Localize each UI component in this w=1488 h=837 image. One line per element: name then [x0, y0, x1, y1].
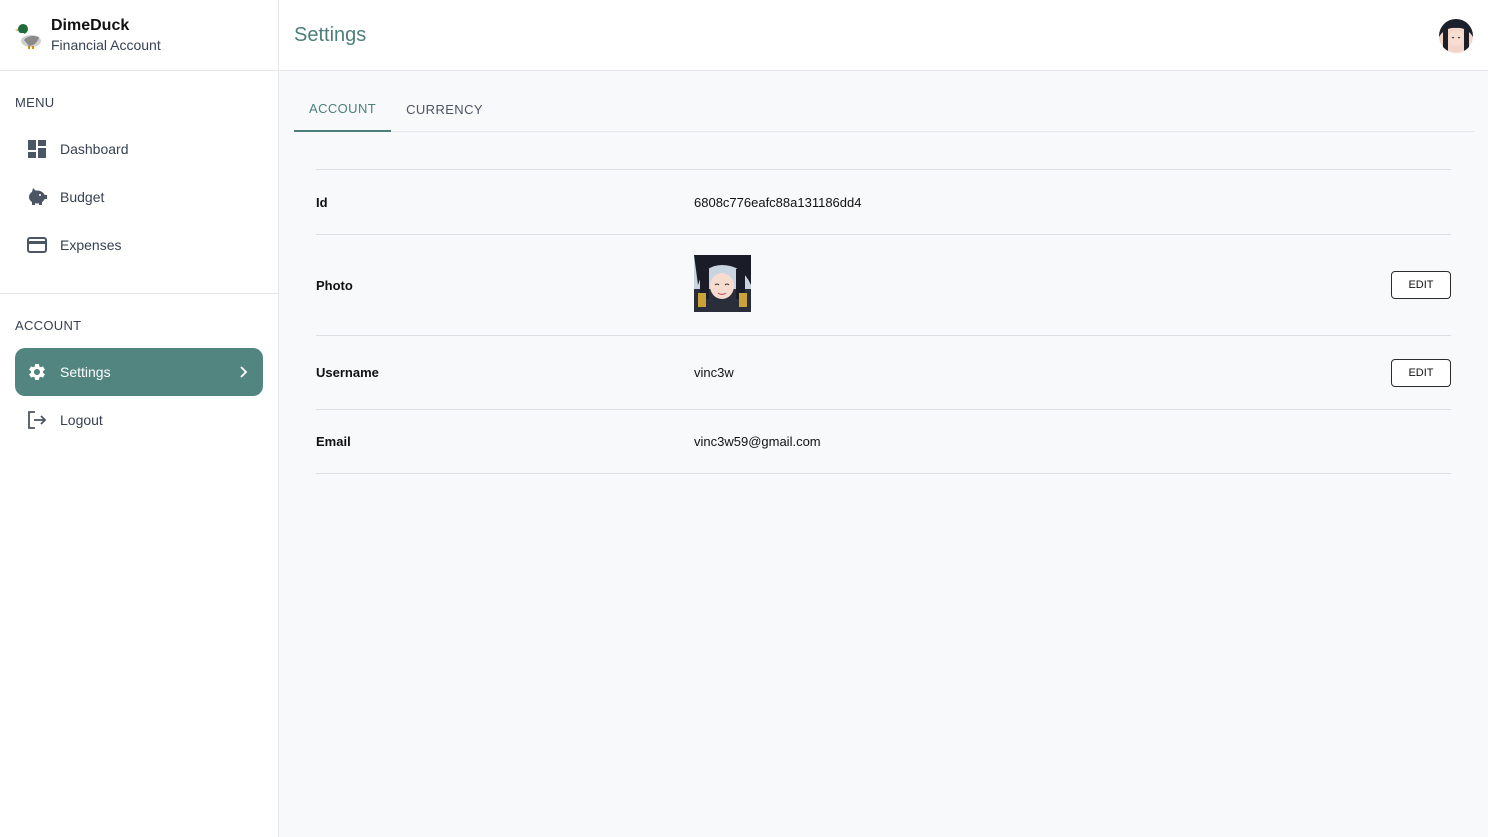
- sidebar-item-dashboard[interactable]: Dashboard: [15, 125, 263, 173]
- user-avatar[interactable]: [1439, 19, 1473, 53]
- brand-subtitle: Financial Account: [51, 37, 161, 53]
- id-value: 6808c776eafc88a131186dd4: [694, 194, 862, 210]
- logout-icon: [27, 410, 47, 430]
- page-title: Settings: [294, 23, 367, 46]
- account-section: ACCOUNT Settings Logout: [0, 294, 278, 444]
- username-value: vinc3w: [694, 365, 734, 380]
- sidebar-item-label: Expenses: [60, 237, 122, 253]
- sidebar-item-budget[interactable]: Budget: [15, 173, 263, 221]
- sidebar-item-logout[interactable]: Logout: [15, 396, 263, 444]
- menu-title: MENU: [15, 95, 55, 110]
- table-row: Username vinc3w EDIT: [316, 336, 1451, 410]
- edit-photo-button[interactable]: EDIT: [1391, 271, 1451, 299]
- account-details-table: Id 6808c776eafc88a131186dd4 Photo EDIT U…: [316, 169, 1451, 474]
- account-title: ACCOUNT: [15, 318, 82, 333]
- edit-username-button[interactable]: EDIT: [1391, 358, 1451, 387]
- tab-account[interactable]: ACCOUNT: [294, 87, 392, 132]
- id-label: Id: [316, 194, 328, 210]
- tab-currency[interactable]: CURRENCY: [391, 87, 498, 132]
- credit-card-icon: [27, 235, 47, 255]
- menu-section: MENU Dashboard Budget Expenses: [0, 71, 278, 269]
- topbar: Settings: [279, 0, 1488, 71]
- sidebar: DimeDuck Financial Account MENU Dashboar…: [0, 0, 279, 837]
- brand-name: DimeDuck: [51, 17, 130, 34]
- table-row: Email vinc3w59@gmail.com: [316, 410, 1451, 474]
- chevron-right-icon: [240, 366, 248, 378]
- piggy-bank-icon: [27, 187, 47, 207]
- table-row: Id 6808c776eafc88a131186dd4: [316, 170, 1451, 235]
- brand[interactable]: DimeDuck Financial Account: [0, 0, 278, 71]
- gear-icon: [27, 362, 47, 382]
- sidebar-item-label: Settings: [60, 364, 111, 380]
- sidebar-item-settings[interactable]: Settings: [15, 348, 263, 396]
- table-row: Photo EDIT: [316, 235, 1451, 336]
- duck-icon: [15, 24, 41, 49]
- username-label: Username: [316, 365, 379, 380]
- photo-label: Photo: [316, 277, 353, 293]
- email-label: Email: [316, 434, 351, 449]
- sidebar-item-expenses[interactable]: Expenses: [15, 221, 263, 269]
- sidebar-item-label: Budget: [60, 189, 105, 205]
- profile-photo: [694, 255, 751, 315]
- email-value: vinc3w59@gmail.com: [694, 434, 821, 449]
- sidebar-item-label: Logout: [60, 412, 103, 428]
- dashboard-icon: [27, 139, 47, 159]
- sidebar-item-label: Dashboard: [60, 141, 129, 157]
- tab-bar: ACCOUNT CURRENCY: [294, 87, 1474, 132]
